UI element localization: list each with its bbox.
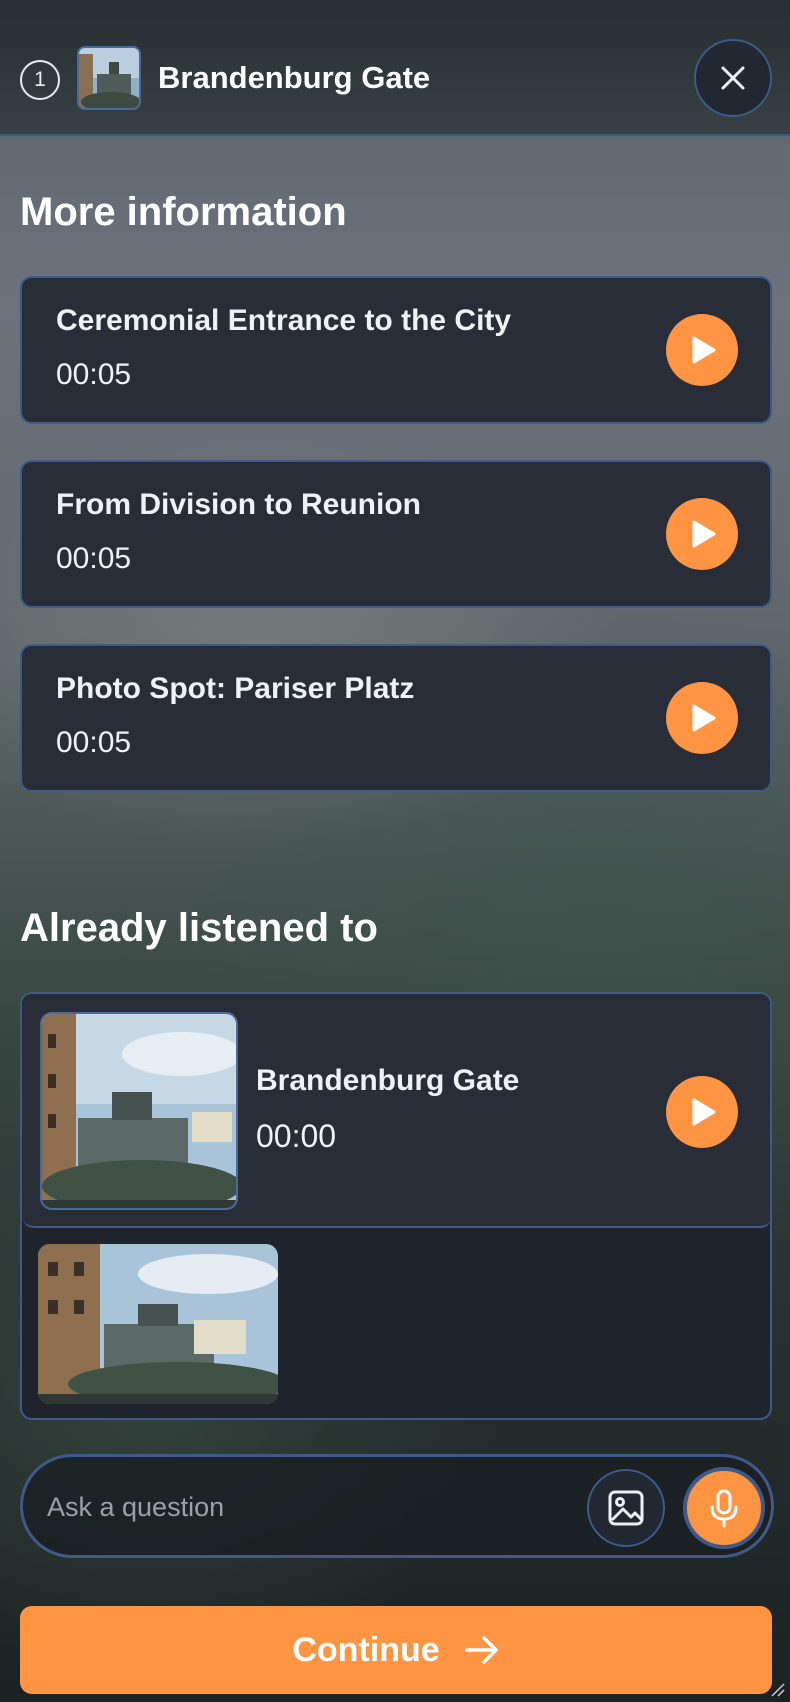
audio-card-duration: 00:05 [56,542,132,575]
play-button[interactable] [666,314,738,386]
play-button[interactable] [666,498,738,570]
continue-button[interactable]: Continue [20,1606,772,1694]
arrow-right-icon [464,1636,498,1664]
microphone-icon [710,1489,738,1528]
audio-card[interactable]: Ceremonial Entrance to the City 00:05 [20,276,772,424]
audio-card[interactable]: From Division to Reunion 00:05 [20,460,772,608]
audio-card-duration: 00:05 [56,726,132,759]
play-icon [692,336,716,364]
attach-image-button[interactable] [587,1469,665,1547]
audio-card-title: Photo Spot: Pariser Platz [56,672,415,705]
listened-item-title: Brandenburg Gate [256,1064,520,1097]
header-title: Brandenburg Gate [158,60,431,95]
continue-label: Continue [292,1630,440,1669]
more-info-heading: More information [20,190,347,234]
audio-card[interactable]: Photo Spot: Pariser Platz 00:05 [20,644,772,792]
play-button[interactable] [666,1076,738,1148]
listened-heading: Already listened to [20,906,378,950]
resize-handle-icon[interactable] [768,1680,786,1698]
landmark-photo[interactable] [38,1244,278,1404]
header-thumbnail [77,46,141,110]
play-button[interactable] [666,682,738,754]
audio-card-duration: 00:05 [56,358,132,391]
close-icon [721,66,745,90]
step-number-badge: 1 [20,60,60,100]
listened-list: Brandenburg Gate 00:00 [20,992,772,1420]
audio-card-title: Ceremonial Entrance to the City [56,304,512,337]
audio-card-title: From Division to Reunion [56,488,421,521]
landmark-photo-thumbnail [40,1012,238,1210]
microphone-button[interactable] [683,1467,765,1549]
play-icon [692,520,716,548]
play-icon [692,704,716,732]
listened-item[interactable]: Brandenburg Gate 00:00 [22,994,770,1228]
listened-item-duration: 00:00 [256,1118,337,1154]
play-icon [692,1098,716,1126]
header: 1 Brandenburg Gate [0,0,790,136]
image-icon [608,1490,644,1526]
ask-bar [20,1454,774,1558]
app-panel: 1 Brandenburg Gate More information Cere… [0,0,790,1702]
close-button[interactable] [694,39,772,117]
ask-question-input[interactable] [47,1485,567,1529]
